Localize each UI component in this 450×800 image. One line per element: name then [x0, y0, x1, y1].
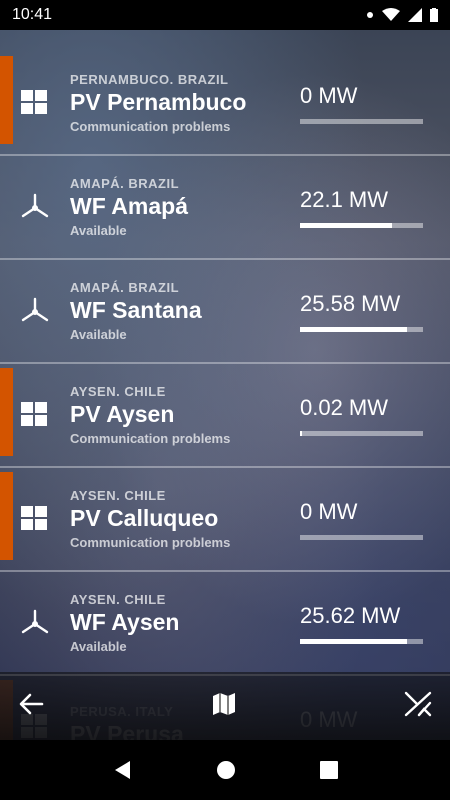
- map-icon: [213, 692, 235, 715]
- nav-home-icon[interactable]: [216, 760, 236, 780]
- arrow-left-icon: [19, 693, 44, 714]
- power-bar-fill: [300, 222, 393, 228]
- status-icons: [366, 8, 438, 22]
- power-bar: [300, 326, 423, 332]
- plant-name: WF Amapá: [70, 193, 188, 219]
- plant-name: PV Calluqueo: [70, 505, 219, 531]
- plant-power: 22.1 MW: [300, 187, 425, 228]
- plant-region: AYSEN. CHILE: [70, 384, 166, 399]
- nav-back-icon[interactable]: [112, 759, 132, 781]
- wind-turbine-icon: [0, 296, 70, 326]
- plant-status: Available: [70, 639, 127, 654]
- power-bar-fill: [300, 326, 407, 332]
- system-navigation-bar: [0, 740, 450, 800]
- wifi-icon: [382, 8, 400, 21]
- plant-status: Available: [70, 223, 127, 238]
- map-view-button[interactable]: [211, 692, 237, 721]
- plant-power: 0 MW: [300, 83, 425, 124]
- plant-row[interactable]: AMAPÁ. BRAZIL WF Amapá Available 22.1 MW: [0, 156, 450, 260]
- plant-row[interactable]: AMAPÁ. BRAZIL WF Santana Available 25.58…: [0, 260, 450, 364]
- plant-row[interactable]: PERNAMBUCO. BRAZIL PV Pernambuco Communi…: [0, 52, 450, 156]
- power-bar-fill: [300, 638, 407, 644]
- type-filter-button[interactable]: [404, 691, 432, 722]
- plant-status: Communication problems: [70, 431, 231, 446]
- power-value: 22.1 MW: [300, 186, 389, 212]
- plant-region: AYSEN. CHILE: [70, 488, 166, 503]
- nav-recents-icon[interactable]: [320, 761, 338, 779]
- plant-status: Available: [70, 327, 127, 342]
- power-value: 0.02 MW: [300, 394, 389, 420]
- plant-status: Communication problems: [70, 119, 231, 134]
- plant-power: 0 MW: [300, 499, 425, 540]
- plant-info: AYSEN. CHILE PV Aysen Communication prob…: [70, 384, 295, 446]
- plant-row[interactable]: AYSEN. CHILE WF Aysen Available 25.62 MW: [0, 572, 450, 676]
- notification-dot-icon: [367, 12, 373, 18]
- back-button[interactable]: [18, 693, 44, 720]
- battery-icon: [430, 8, 438, 22]
- plant-name: PV Pernambuco: [70, 89, 247, 115]
- plant-info: AYSEN. CHILE WF Aysen Available: [70, 592, 295, 654]
- plant-info: PERNAMBUCO. BRAZIL PV Pernambuco Communi…: [70, 72, 295, 134]
- status-time: 10:41: [12, 6, 53, 23]
- power-bar-fill: [300, 430, 303, 436]
- plant-name: PV Aysen: [70, 401, 175, 427]
- alert-accent: [0, 56, 13, 144]
- plant-name: WF Santana: [70, 297, 202, 323]
- plant-row[interactable]: AYSEN. CHILE PV Calluqueo Communication …: [0, 468, 450, 572]
- plant-info: AMAPÁ. BRAZIL WF Amapá Available: [70, 176, 295, 238]
- plant-name: WF Aysen: [70, 609, 180, 635]
- alert-accent: [0, 472, 13, 560]
- power-value: 0 MW: [300, 498, 358, 524]
- power-value: 25.58 MW: [300, 290, 401, 316]
- power-bar: [300, 638, 423, 644]
- plant-info: AMAPÁ. BRAZIL WF Santana Available: [70, 280, 295, 342]
- wind-turbine-icon: [0, 192, 70, 222]
- plant-info: AYSEN. CHILE PV Calluqueo Communication …: [70, 488, 295, 550]
- power-value: 25.62 MW: [300, 602, 401, 628]
- power-bar: [300, 534, 423, 540]
- plant-region: AMAPÁ. BRAZIL: [70, 176, 180, 191]
- power-bar: [300, 430, 423, 436]
- plant-region: AMAPÁ. BRAZIL: [70, 280, 180, 295]
- plant-list[interactable]: PERNAMBUCO. BRAZIL PV Pernambuco Communi…: [0, 52, 450, 740]
- plant-power: 0.02 MW: [300, 395, 425, 436]
- plant-region: PERNAMBUCO. BRAZIL: [70, 72, 229, 87]
- plant-status: Communication problems: [70, 535, 231, 550]
- signal-icon: [408, 8, 422, 22]
- status-bar: 10:41: [0, 0, 450, 30]
- plant-row[interactable]: AYSEN. CHILE PV Aysen Communication prob…: [0, 364, 450, 468]
- power-bar: [300, 222, 423, 228]
- plant-power: 25.58 MW: [300, 291, 425, 332]
- wind-turbine-icon: [0, 608, 70, 638]
- bottom-toolbar: [0, 672, 450, 740]
- wind-solar-toggle-icon: [404, 691, 432, 716]
- plant-region: AYSEN. CHILE: [70, 592, 166, 607]
- power-value: 0 MW: [300, 82, 358, 108]
- plant-power: 25.62 MW: [300, 603, 425, 644]
- power-bar: [300, 118, 423, 124]
- alert-accent: [0, 368, 13, 456]
